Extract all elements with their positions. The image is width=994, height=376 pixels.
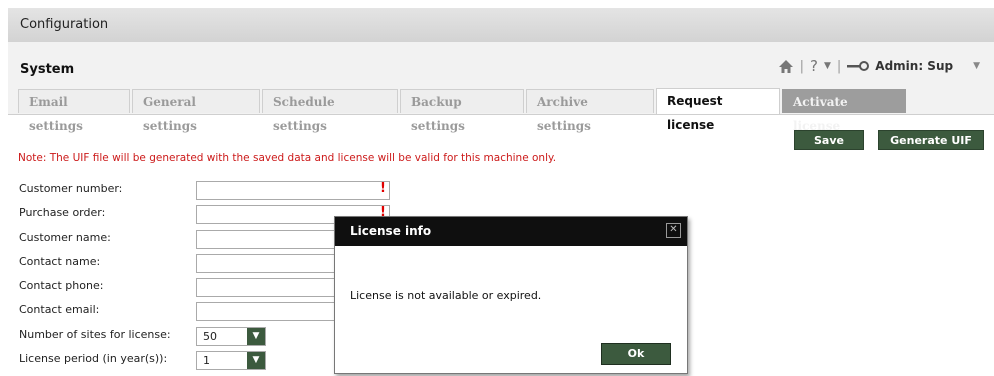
dialog-message: License is not available or expired. xyxy=(350,289,542,302)
tab-request-license[interactable]: Request license xyxy=(656,88,780,132)
tab-email-settings[interactable]: Email settings xyxy=(18,89,130,133)
tab-schedule-settings[interactable]: Schedule settings xyxy=(262,89,398,133)
key-icon xyxy=(847,61,870,71)
home-icon[interactable] xyxy=(778,59,794,74)
period-select[interactable]: 1 ▼ xyxy=(196,351,266,370)
user-menu-chevron-icon[interactable]: ▼ xyxy=(973,61,980,71)
purchase-order-label: Purchase order: xyxy=(19,206,106,219)
contact-email-label: Contact email: xyxy=(19,303,100,316)
tab-activate-license[interactable]: Activate license xyxy=(782,89,906,133)
period-value: 1 xyxy=(203,354,210,367)
contact-name-label: Contact name: xyxy=(19,255,101,268)
generate-uif-button[interactable]: Generate UIF xyxy=(878,130,984,150)
tab-archive-settings[interactable]: Archive settings xyxy=(526,89,654,133)
app-header: Configuration xyxy=(8,8,994,43)
ok-button[interactable]: Ok xyxy=(601,343,671,365)
period-label: License period (in year(s)): xyxy=(19,352,168,365)
sites-label: Number of sites for license: xyxy=(19,328,171,341)
customer-name-label: Customer name: xyxy=(19,231,111,244)
section-title: System xyxy=(20,62,75,77)
required-icon: ! xyxy=(380,181,386,196)
system-bar: System | ? ▼ | Admin: Sup ▼ xyxy=(8,42,994,86)
sites-select[interactable]: 50 ▼ xyxy=(196,327,266,346)
customer-number-input[interactable] xyxy=(196,181,390,200)
customer-number-label: Customer number: xyxy=(19,182,123,195)
save-button[interactable]: Save xyxy=(794,130,864,150)
dialog-title: License info xyxy=(350,224,432,238)
contact-phone-label: Contact phone: xyxy=(19,279,104,292)
divider: | xyxy=(836,58,842,74)
divider: | xyxy=(799,58,804,74)
user-label[interactable]: Admin: Sup xyxy=(875,59,953,73)
chevron-down-icon[interactable]: ▼ xyxy=(824,61,831,71)
dropdown-arrow-icon[interactable]: ▼ xyxy=(247,328,265,345)
tab-general-settings[interactable]: General settings xyxy=(132,89,260,133)
user-area: | ? ▼ | Admin: Sup ▼ xyxy=(778,56,980,76)
dropdown-arrow-icon[interactable]: ▼ xyxy=(247,352,265,369)
sites-value: 50 xyxy=(203,330,217,343)
help-icon[interactable]: ? xyxy=(810,57,818,75)
note-text: Note: The UIF file will be generated wit… xyxy=(18,152,557,164)
license-info-dialog: License info ✕ License is not available … xyxy=(334,216,688,374)
tab-backup-settings[interactable]: Backup settings xyxy=(400,89,524,133)
page-title: Configuration xyxy=(20,17,109,32)
dialog-header: License info ✕ xyxy=(335,217,687,246)
close-icon[interactable]: ✕ xyxy=(666,223,681,238)
